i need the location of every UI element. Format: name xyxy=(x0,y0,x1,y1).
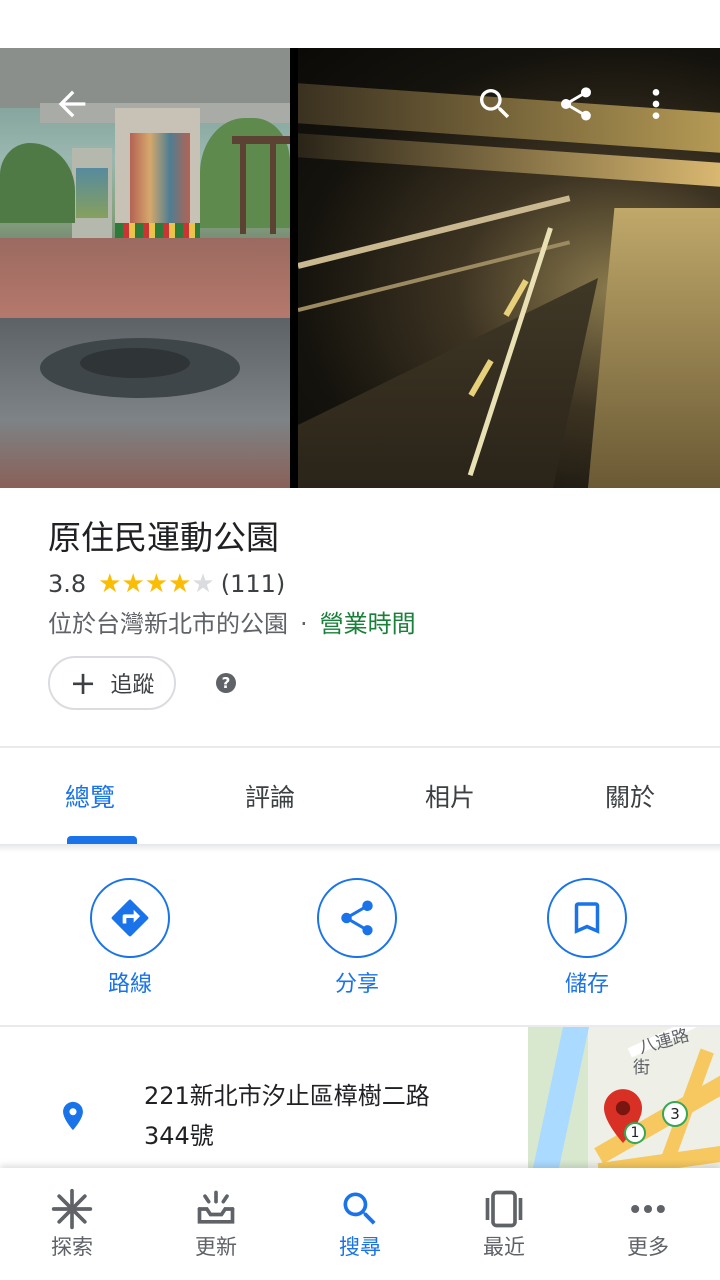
follow-label: 追蹤 xyxy=(110,673,155,698)
address-line-2: 344號 xyxy=(144,1122,214,1150)
tab-bar: 總覽 評論 相片 關於 xyxy=(0,748,720,844)
nav-recents[interactable]: 最近 xyxy=(432,1168,576,1280)
bottom-navigation: 探索 更新 搜尋 最近 更多 xyxy=(0,1168,720,1280)
star-icon: ★ xyxy=(144,569,169,599)
star-icon: ★ xyxy=(98,569,122,599)
star-icon: ★ xyxy=(121,569,145,599)
share-icon xyxy=(560,87,591,121)
status-bar xyxy=(0,0,720,48)
rating-value: 3.8 xyxy=(48,570,87,598)
map-poi-1: 1 xyxy=(624,1122,646,1144)
follow-button[interactable]: + 追蹤 xyxy=(48,656,176,710)
address-text[interactable]: 221新北市汐止區樟樹二路 344號 xyxy=(144,1076,504,1156)
more-options-button[interactable] xyxy=(628,76,684,132)
nav-explore[interactable]: 探索 xyxy=(0,1168,144,1280)
tab-reviews[interactable]: 評論 xyxy=(180,748,360,844)
star-empty-icon: ★ xyxy=(191,569,215,599)
location-pin-icon xyxy=(56,1096,90,1140)
tab-about[interactable]: 關於 xyxy=(540,748,720,844)
tabs-shadow xyxy=(0,844,720,852)
nav-more-label: 更多 xyxy=(627,1235,669,1259)
share-circle xyxy=(317,878,397,958)
nav-more[interactable]: 更多 xyxy=(576,1168,720,1280)
explore-icon xyxy=(51,1188,93,1230)
directions-button[interactable]: 路線 xyxy=(60,878,200,1000)
share-icon xyxy=(341,900,373,936)
nav-updates[interactable]: 更新 xyxy=(144,1168,288,1280)
mini-map[interactable]: 八連路 街 1 3 xyxy=(528,1027,720,1168)
back-button[interactable] xyxy=(44,76,100,132)
place-title: 原住民運動公園 xyxy=(48,518,279,557)
plus-icon: + xyxy=(69,664,97,702)
share-button[interactable]: 分享 xyxy=(287,878,427,1000)
recents-icon xyxy=(485,1190,523,1228)
nav-recents-label: 最近 xyxy=(483,1235,525,1259)
review-count: (111) xyxy=(220,570,286,598)
more-icon xyxy=(631,1204,665,1214)
nav-search-label: 搜尋 xyxy=(339,1235,381,1259)
map-poi-3: 3 xyxy=(662,1101,688,1127)
star-rating: ★ ★ ★ ★ ★ xyxy=(98,571,215,597)
directions-icon xyxy=(111,899,149,937)
save-label: 儲存 xyxy=(564,972,609,997)
tab-overview[interactable]: 總覽 xyxy=(0,748,180,844)
map-road-label-2: 街 xyxy=(633,1058,650,1078)
star-icon: ★ xyxy=(168,569,192,599)
arrow-back-icon xyxy=(58,90,86,118)
more-vert-icon xyxy=(652,89,660,119)
help-icon[interactable]: ? xyxy=(216,673,236,693)
search-button[interactable] xyxy=(467,76,523,132)
share-label: 分享 xyxy=(334,972,379,997)
tab-photos[interactable]: 相片 xyxy=(360,748,540,844)
separator: · xyxy=(300,610,308,638)
place-subtitle: 位於台灣新北市的公園 · 營業時間 xyxy=(48,606,416,642)
place-category: 位於台灣新北市的公園 xyxy=(48,610,288,638)
search-icon xyxy=(343,1192,376,1225)
updates-icon xyxy=(197,1190,235,1224)
nav-updates-label: 更新 xyxy=(195,1235,237,1259)
place-header: 原住民運動公園 xyxy=(48,514,688,562)
directions-label: 路線 xyxy=(107,972,152,997)
save-circle xyxy=(547,878,627,958)
save-button[interactable]: 儲存 xyxy=(517,878,657,1000)
share-top-button[interactable] xyxy=(548,76,604,132)
active-tab-indicator xyxy=(67,836,137,844)
nav-explore-label: 探索 xyxy=(51,1235,93,1259)
rating-row[interactable]: 3.8 ★ ★ ★ ★ ★ (111) xyxy=(48,566,285,602)
address-line-1: 221新北市汐止區樟樹二路 xyxy=(144,1082,430,1110)
photo-header[interactable] xyxy=(0,48,720,488)
nav-search[interactable]: 搜尋 xyxy=(288,1168,432,1280)
bookmark-icon xyxy=(574,902,600,934)
directions-circle xyxy=(90,878,170,958)
hours-link[interactable]: 營業時間 xyxy=(320,610,416,638)
search-icon xyxy=(480,89,510,119)
